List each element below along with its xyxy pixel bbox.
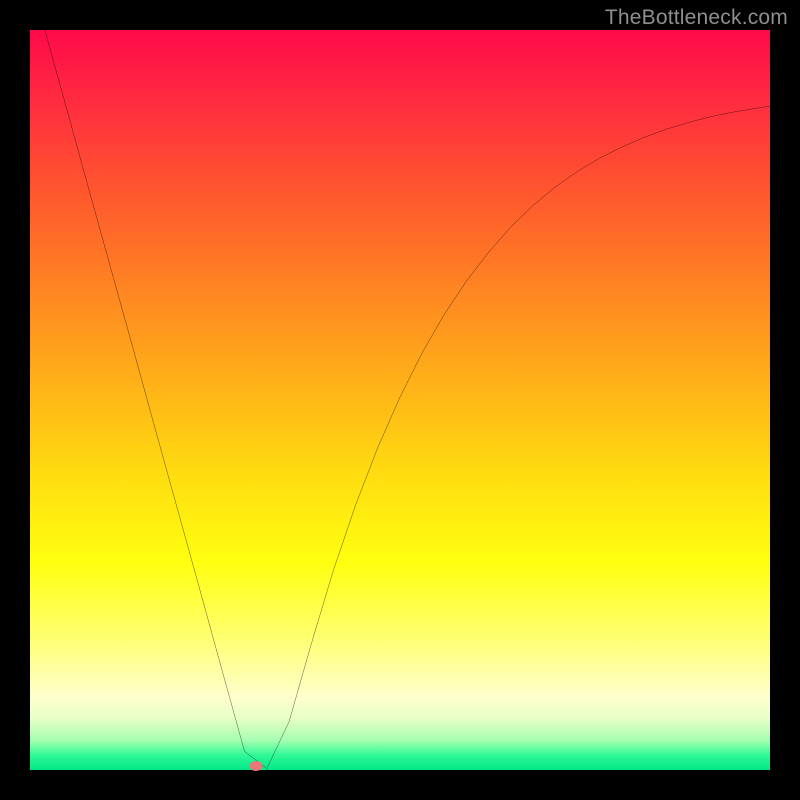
bottleneck-curve <box>30 30 770 770</box>
chart-frame: TheBottleneck.com <box>0 0 800 800</box>
watermark-text: TheBottleneck.com <box>605 6 788 30</box>
optimal-point-marker <box>249 761 262 771</box>
plot-area <box>30 30 770 770</box>
